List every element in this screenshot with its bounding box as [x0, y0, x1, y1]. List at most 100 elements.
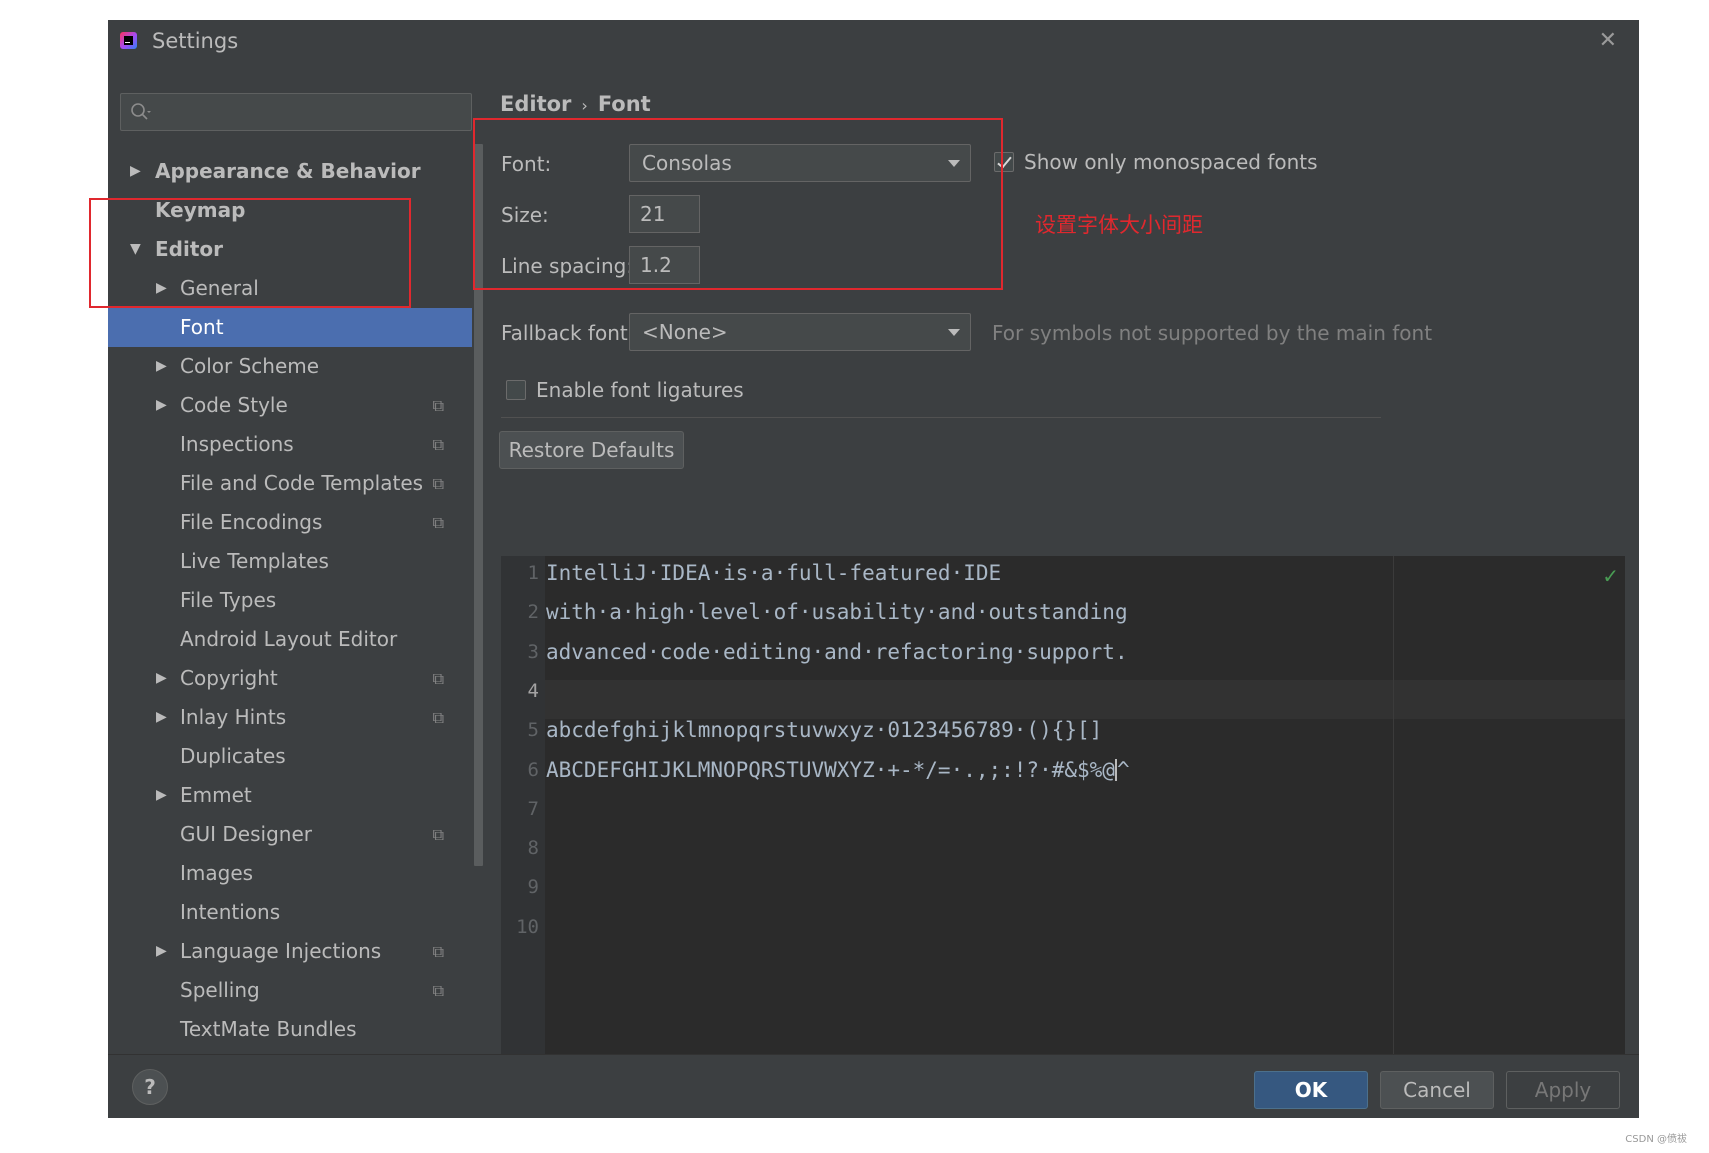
sidebar-item-label: Appearance & Behavior — [155, 159, 421, 183]
sidebar-item-label: Language Injections — [180, 939, 382, 963]
code-line-text: advanced·code·editing·and·refactoring·su… — [546, 639, 1128, 664]
sidebar-item-spelling[interactable]: Spelling ⧉ — [108, 971, 472, 1010]
sidebar-item-label: TextMate Bundles — [180, 1017, 357, 1041]
fallback-font-hint: For symbols not supported by the main fo… — [992, 321, 1433, 345]
line-number: 4 — [527, 679, 539, 702]
line-number: 8 — [527, 837, 539, 860]
line-number: 1 — [527, 562, 539, 584]
sidebar-item-language-injections[interactable]: ▶ Language Injections ⧉ — [108, 932, 472, 971]
help-button[interactable]: ? — [132, 1069, 168, 1105]
fallback-font-combobox[interactable]: <None> — [629, 313, 971, 351]
sidebar-item-textmate-bundles[interactable]: TextMate Bundles — [108, 1010, 472, 1049]
sidebar-item-appearance-behavior[interactable]: ▶ Appearance & Behavior — [108, 152, 472, 191]
sidebar-item-images[interactable]: Images — [108, 854, 472, 893]
project-settings-icon: ⧉ — [432, 942, 444, 961]
annotation-box-font-settings — [473, 118, 1003, 290]
line-number: 5 — [527, 719, 539, 742]
ok-button[interactable]: OK — [1254, 1071, 1368, 1109]
code-line-text: with·a·high·level·of·usability·and·outst… — [546, 600, 1128, 625]
sidebar-item-live-templates[interactable]: Live Templates — [108, 542, 472, 581]
line-number: 6 — [527, 758, 539, 781]
sidebar-item-file-types[interactable]: File Types — [108, 581, 472, 620]
code-line: ABCDEFGHIJKLMNOPQRSTUVWXYZ·+-*/=·.,;:!?·… — [546, 758, 1130, 782]
sidebar-item-emmet[interactable]: ▶ Emmet — [108, 776, 472, 815]
chevron-down-icon — [948, 329, 960, 336]
sidebar-item-label: Duplicates — [180, 744, 286, 768]
breadcrumb-separator: › — [581, 96, 588, 115]
project-settings-icon: ⧉ — [432, 981, 444, 1000]
sidebar-item-android-layout-editor[interactable]: Android Layout Editor — [108, 620, 472, 659]
sidebar-item-duplicates[interactable]: Duplicates — [108, 737, 472, 776]
sidebar-item-label: File Encodings — [180, 510, 323, 534]
sidebar-item-label: GUI Designer — [180, 822, 312, 846]
sidebar-item-label: Color Scheme — [180, 354, 320, 378]
project-settings-icon: ⧉ — [432, 474, 444, 493]
search-input[interactable] — [120, 93, 472, 131]
separator — [501, 417, 1381, 418]
collapsed-arrow-icon[interactable]: ▶ — [156, 932, 168, 971]
sidebar-item-file-and-code-templates[interactable]: File and Code Templates ⧉ — [108, 464, 472, 503]
watermark: CSDN @偾祓 — [1625, 1134, 1687, 1145]
sidebar-item-label: Copyright — [180, 666, 278, 690]
collapsed-arrow-icon[interactable]: ▶ — [156, 776, 168, 815]
current-line-highlight — [545, 680, 1625, 719]
line-number: 3 — [527, 640, 539, 663]
line-number: 2 — [527, 601, 539, 624]
sidebar-item-code-style[interactable]: ▶ Code Style ⧉ — [108, 386, 472, 425]
font-settings-panel: Editor › Font Font: Consolas Show only mon… — [473, 64, 1639, 1070]
sidebar-item-label: Spelling — [180, 978, 260, 1002]
annotation-text: 设置字体大小间距 — [1035, 213, 1203, 237]
sidebar-item-inspections[interactable]: Inspections ⧉ — [108, 425, 472, 464]
collapsed-arrow-icon[interactable]: ▶ — [156, 386, 168, 425]
code-line: IntelliJ·IDEA·is·a·full-featured·IDE — [546, 561, 1001, 585]
breadcrumb-current: Font — [597, 92, 651, 116]
code-line: advanced·code·editing·and·refactoring·su… — [546, 640, 1128, 664]
close-icon[interactable]: ✕ — [1599, 28, 1617, 53]
collapsed-arrow-icon[interactable]: ▶ — [156, 659, 168, 698]
sidebar-item-label: Inlay Hints — [180, 705, 287, 729]
line-number: 9 — [527, 876, 539, 899]
project-settings-icon: ⧉ — [432, 708, 444, 727]
font-preview-editor[interactable]: 1 2 3 4 5 6 7 8 9 10 IntelliJ·IDEA·is·a·full-feat… — [501, 556, 1625, 1070]
sidebar-item-copyright[interactable]: ▶ Copyright ⧉ — [108, 659, 472, 698]
project-settings-icon: ⧉ — [432, 669, 444, 688]
sidebar-item-label: Inspections — [180, 432, 294, 456]
ligatures-checkbox[interactable] — [506, 380, 526, 400]
fallback-font-label: Fallback font: — [501, 321, 635, 345]
code-line-text: IntelliJ·IDEA·is·a·full-featured·IDE — [546, 561, 1002, 585]
sidebar-item-label: Emmet — [180, 783, 252, 807]
sidebar-item-inlay-hints[interactable]: ▶ Inlay Hints ⧉ — [108, 698, 472, 737]
sidebar-item-label: Font — [180, 315, 224, 339]
breadcrumb-parent[interactable]: Editor — [500, 92, 571, 116]
fallback-font-value: <None> — [642, 320, 728, 344]
collapsed-arrow-icon[interactable]: ▶ — [156, 698, 168, 737]
intellij-app-icon — [120, 32, 137, 49]
line-number: 7 — [527, 797, 539, 820]
inspection-ok-icon[interactable]: ✓ — [1602, 564, 1619, 588]
sidebar-item-color-scheme[interactable]: ▶ Color Scheme — [108, 347, 472, 386]
sidebar-item-label: Images — [180, 861, 254, 885]
sidebar-item-font[interactable]: Font — [108, 308, 472, 347]
project-settings-icon: ⧉ — [432, 825, 444, 844]
sidebar-item-label: Live Templates — [180, 549, 329, 573]
sidebar-item-gui-designer[interactable]: GUI Designer ⧉ — [108, 815, 472, 854]
sidebar-item-file-encodings[interactable]: File Encodings ⧉ — [108, 503, 472, 542]
ligatures-label[interactable]: Enable font ligatures — [536, 378, 744, 402]
apply-button[interactable]: Apply — [1506, 1071, 1620, 1109]
collapsed-arrow-icon[interactable]: ▶ — [156, 347, 168, 386]
dialog-button-bar: ? OK Cancel Apply — [108, 1054, 1639, 1118]
breadcrumb: Editor › Font — [500, 92, 651, 116]
code-line-tail: ^ — [1116, 757, 1130, 782]
code-line-text: abcdefghijklmnopqrstuvwxyz·0123456789·()… — [546, 718, 1103, 743]
line-number: 10 — [516, 915, 539, 938]
sidebar-item-label: Intentions — [180, 900, 281, 924]
code-line: abcdefghijklmnopqrstuvwxyz·0123456789·()… — [546, 718, 1102, 742]
cancel-button[interactable]: Cancel — [1380, 1071, 1494, 1109]
code-line-text: ABCDEFGHIJKLMNOPQRSTUVWXYZ·+-*/=·.,;:!?·… — [546, 757, 1115, 782]
sidebar-item-intentions[interactable]: Intentions — [108, 893, 472, 932]
collapsed-arrow-icon[interactable]: ▶ — [130, 152, 142, 191]
monospaced-label[interactable]: Show only monospaced fonts — [1024, 150, 1318, 174]
restore-defaults-button[interactable]: Restore Defaults — [499, 431, 684, 469]
search-icon — [131, 103, 151, 120]
project-settings-icon: ⧉ — [432, 513, 444, 532]
